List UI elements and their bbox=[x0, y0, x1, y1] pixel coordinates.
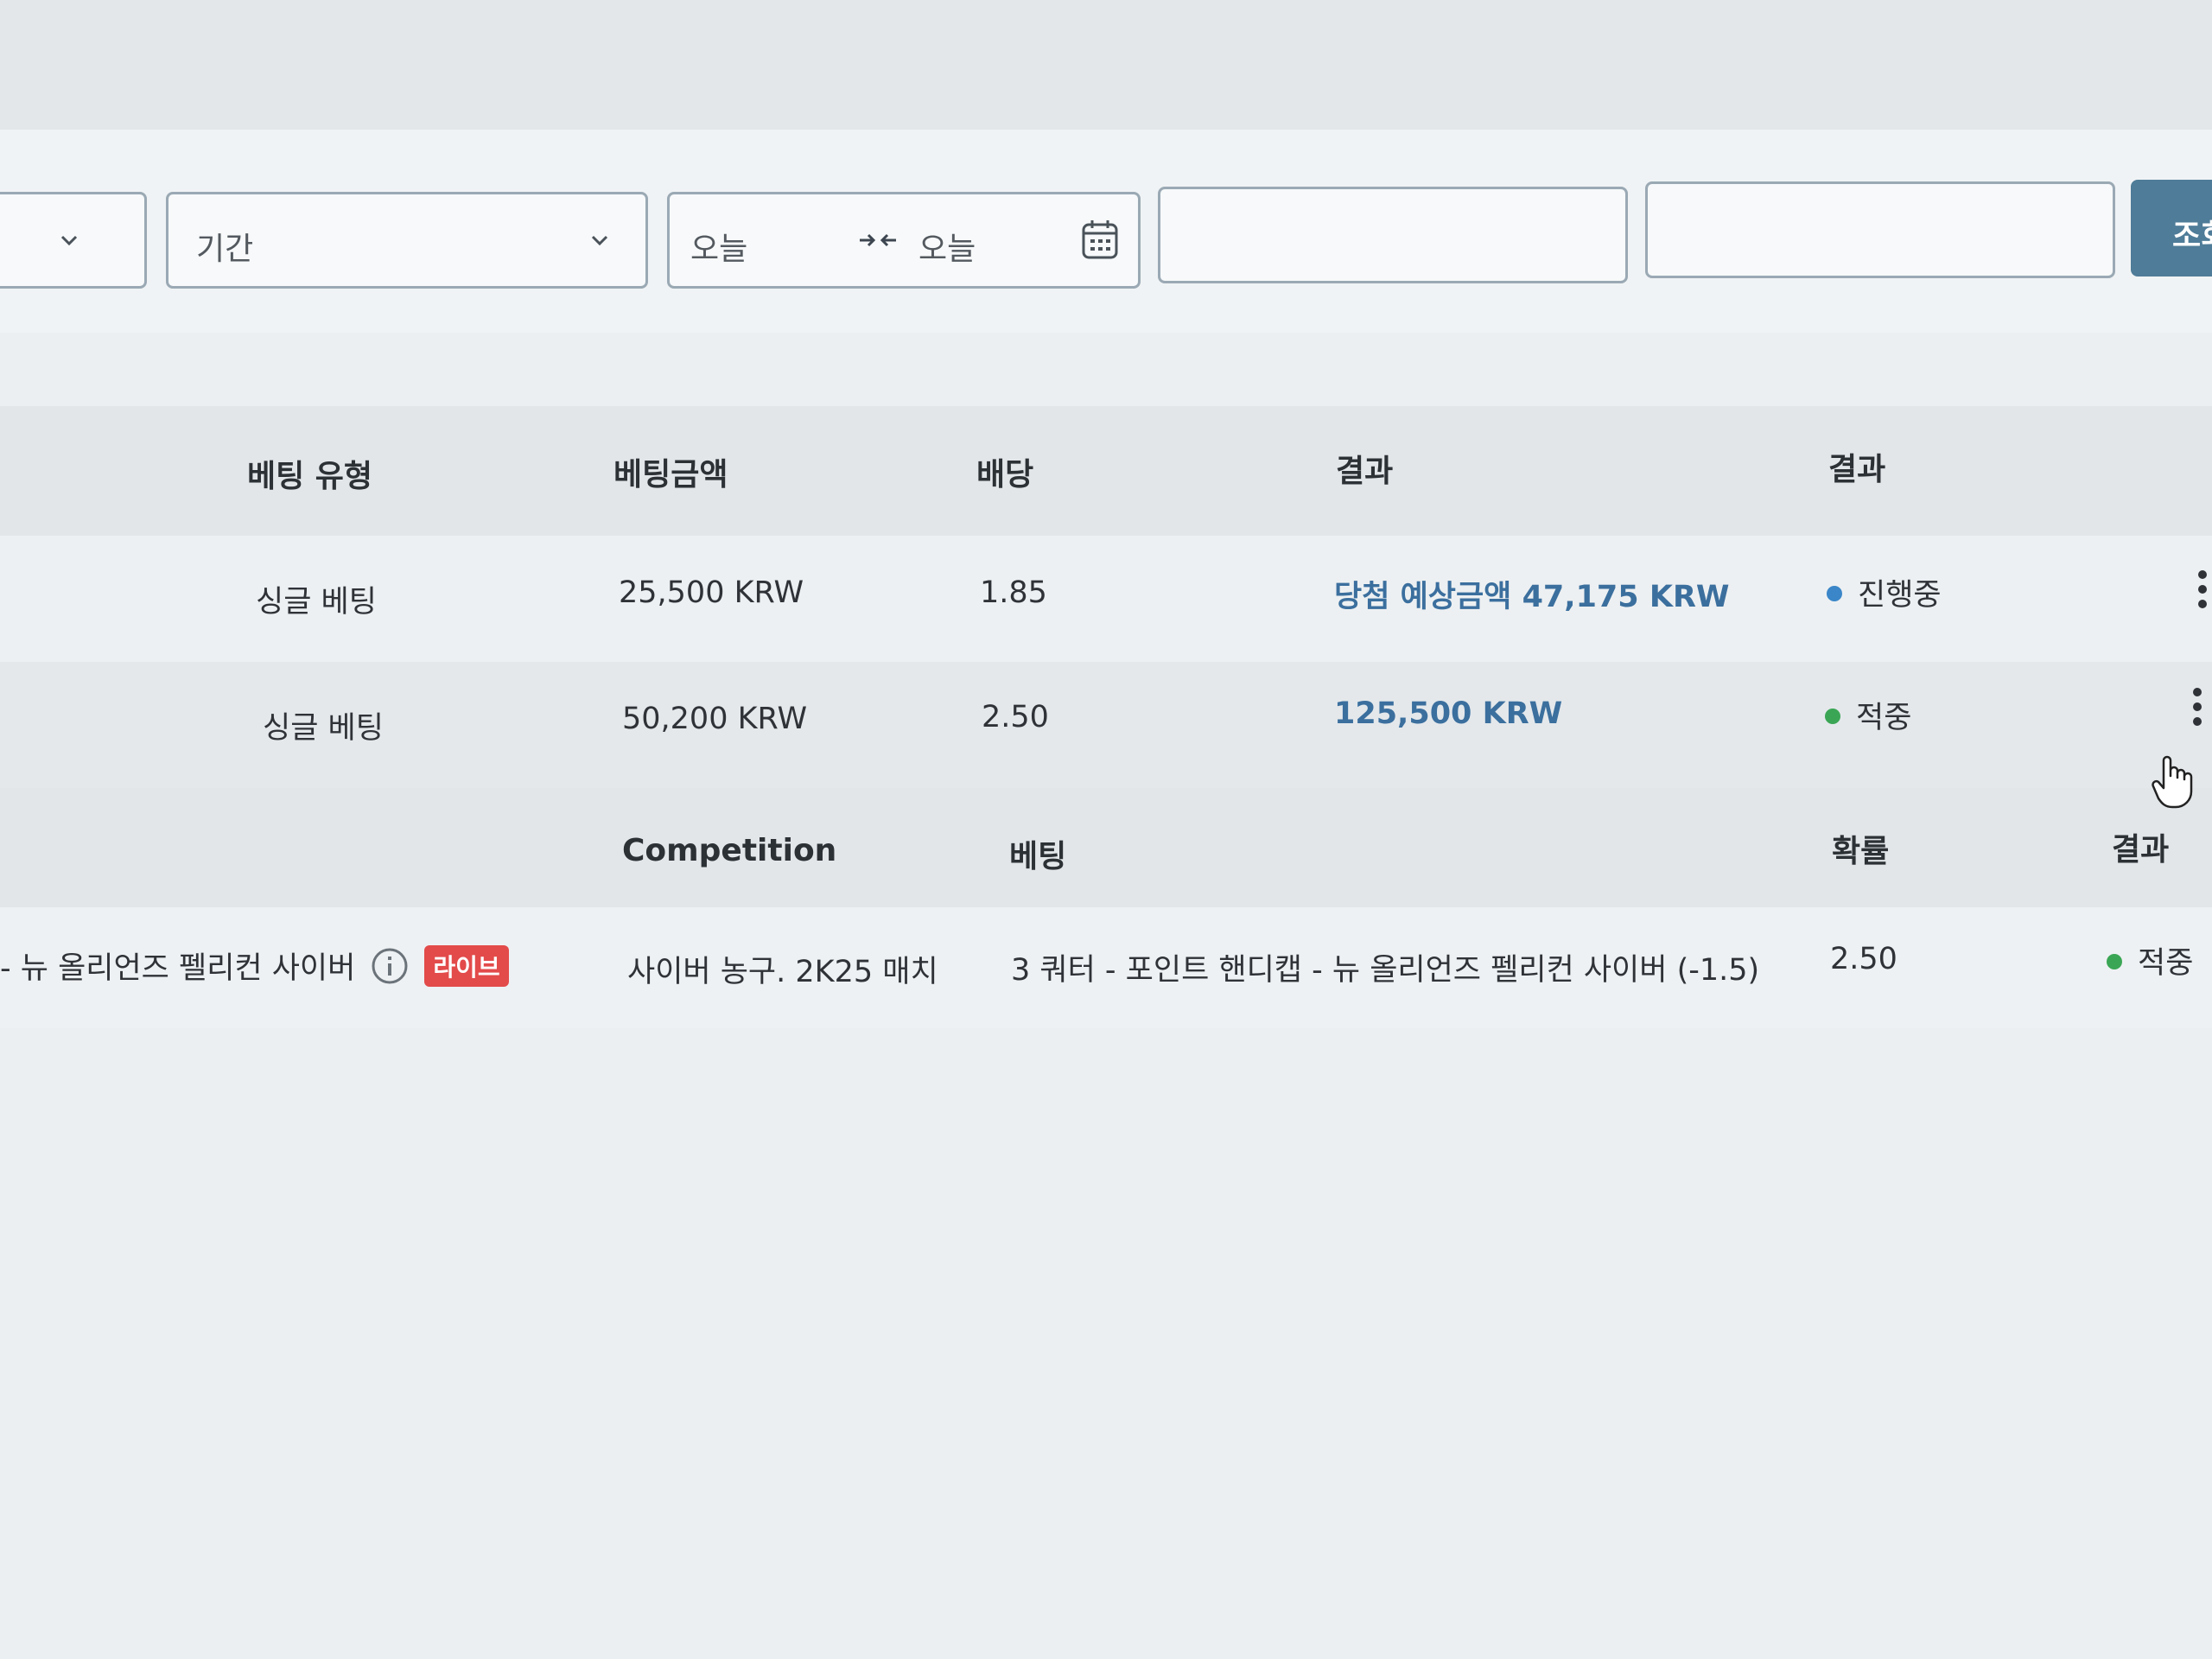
odds: 1.85 bbox=[980, 575, 1047, 610]
date-end: 오늘 bbox=[918, 232, 976, 267]
expected-payout-link[interactable]: 당첨 예상금액 47,175 KRW bbox=[1334, 572, 1730, 616]
header-bet-amount: 베팅금액 bbox=[613, 457, 728, 493]
status-text: 적중 bbox=[1856, 701, 1912, 735]
range-arrows-icon bbox=[858, 231, 898, 253]
detail-row[interactable]: - 뉴 올리언즈 펠리컨 사이버 라이브 사이버 농구. 2K25 매치 3 쿼터… bbox=[0, 907, 2212, 1028]
header-odds: 배당 bbox=[976, 457, 1034, 493]
date-range-picker[interactable]: 오늘 오늘 bbox=[667, 192, 1141, 289]
bet-type: 싱글 베팅 bbox=[263, 711, 384, 746]
bet-amount: 50,200 KRW bbox=[622, 702, 808, 736]
match-name: - 뉴 올리언즈 펠리컨 사이버 라이브 bbox=[0, 944, 509, 988]
bet-description: 3 쿼터 - 포인트 핸디캡 - 뉴 올리언즈 펠리컨 사이버 (-1.5) bbox=[1011, 953, 1760, 988]
status-dot-icon bbox=[1825, 709, 1840, 724]
hand-cursor-icon bbox=[2150, 753, 2195, 810]
category-select[interactable] bbox=[0, 192, 147, 289]
info-icon[interactable] bbox=[371, 947, 409, 985]
chevron-down-icon bbox=[60, 231, 79, 250]
bet-amount: 25,500 KRW bbox=[619, 575, 804, 610]
match-name-text: - 뉴 올리언즈 펠리컨 사이버 bbox=[0, 951, 356, 986]
status-badge: 진행중 bbox=[1827, 570, 1942, 614]
more-options-icon[interactable] bbox=[2198, 570, 2209, 612]
date-start: 오늘 bbox=[690, 232, 748, 267]
keyword-input[interactable] bbox=[1645, 181, 2115, 278]
status-badge: 적중 bbox=[1825, 693, 1911, 737]
header-detail-result: 결과 bbox=[2112, 832, 2170, 868]
period-select-value: 기간 bbox=[196, 232, 254, 267]
bet-type: 싱글 베팅 bbox=[256, 585, 377, 620]
detail-header-row: Competition 베팅 확률 결과 bbox=[0, 788, 2212, 907]
payout-link[interactable]: 125,500 KRW bbox=[1334, 696, 1562, 731]
detail-result-text: 적중 bbox=[2138, 946, 2194, 981]
competition: 사이버 농구. 2K25 매치 bbox=[627, 955, 938, 989]
header-result: 결과 bbox=[1336, 454, 1394, 489]
table-row[interactable]: 싱글 베팅 25,500 KRW 1.85 당첨 예상금액 47,175 KRW… bbox=[0, 536, 2212, 662]
header-status: 결과 bbox=[1828, 452, 1886, 487]
header-bet-type: 베팅 유형 bbox=[247, 459, 373, 494]
table-row[interactable]: 싱글 베팅 50,200 KRW 2.50 125,500 KRW 적중 bbox=[0, 662, 2212, 788]
live-badge: 라이브 bbox=[424, 945, 509, 987]
period-select[interactable]: 기간 bbox=[166, 192, 648, 289]
chevron-down-icon bbox=[590, 231, 609, 250]
detail-result-badge: 적중 bbox=[2107, 938, 2193, 982]
calendar-icon[interactable] bbox=[1081, 219, 1119, 264]
header-probability: 확률 bbox=[1832, 834, 1890, 869]
more-options-icon[interactable] bbox=[2193, 688, 2203, 729]
bet-id-input[interactable] bbox=[1158, 187, 1628, 283]
table-header-row: 베팅 유형 베팅금액 배당 결과 결과 bbox=[0, 406, 2212, 536]
search-button[interactable]: 조회 bbox=[2131, 180, 2212, 276]
header-bet: 베팅 bbox=[1009, 839, 1067, 874]
probability: 2.50 bbox=[1830, 942, 1897, 976]
status-text: 진행중 bbox=[1858, 578, 1942, 613]
header-competition: Competition bbox=[622, 833, 837, 868]
status-dot-icon bbox=[2107, 954, 2122, 969]
status-dot-icon bbox=[1827, 586, 1842, 601]
top-band bbox=[0, 0, 2212, 130]
odds: 2.50 bbox=[982, 700, 1049, 734]
